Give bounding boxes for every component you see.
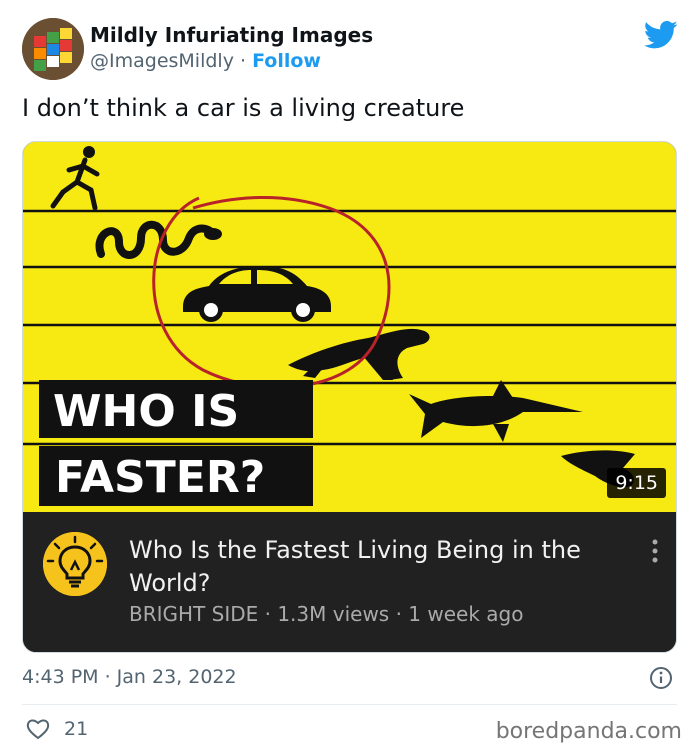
follow-button[interactable]: Follow: [252, 50, 321, 72]
tweet-text: I don’t think a car is a living creature: [22, 94, 465, 122]
rubiks-cube-image: [22, 18, 84, 80]
twitter-bird-icon[interactable]: [644, 20, 678, 50]
author-handle[interactable]: @ImagesMildly: [90, 50, 234, 72]
video-meta: BRIGHT SIDE · 1.3M views · 1 week ago: [129, 602, 524, 626]
author-handle-row: @ImagesMildly · Follow: [90, 50, 321, 72]
video-duration-badge: 9:15: [607, 468, 666, 498]
separator-dot: ·: [240, 50, 247, 72]
heart-icon[interactable]: [26, 718, 50, 740]
thumbnail-illustration: WHO IS FASTER?: [23, 142, 676, 512]
lightbulb-icon: [43, 532, 107, 596]
youtube-video-card[interactable]: WHO IS FASTER? 9:15 Who Is the Fastest L…: [22, 141, 677, 653]
video-info-bar: Who Is the Fastest Living Being in the W…: [23, 512, 676, 652]
tweet-timestamp[interactable]: 4:43 PM · Jan 23, 2022: [22, 666, 237, 688]
channel-avatar[interactable]: [43, 532, 107, 596]
source-watermark: boredpanda.com: [495, 719, 682, 744]
video-thumbnail[interactable]: WHO IS FASTER? 9:15: [23, 142, 676, 512]
author-name[interactable]: Mildly Infuriating Images: [90, 23, 373, 47]
divider: [22, 704, 677, 705]
video-title[interactable]: Who Is the Fastest Living Being in the W…: [129, 534, 609, 600]
overlay-line2: FASTER?: [55, 452, 265, 503]
info-icon[interactable]: [649, 666, 673, 690]
author-avatar[interactable]: [22, 18, 84, 80]
tweet-header: Mildly Infuriating Images @ImagesMildly …: [22, 18, 682, 80]
like-count: 21: [64, 718, 89, 740]
more-vertical-icon[interactable]: [650, 538, 660, 564]
overlay-line1: WHO IS: [53, 386, 239, 437]
